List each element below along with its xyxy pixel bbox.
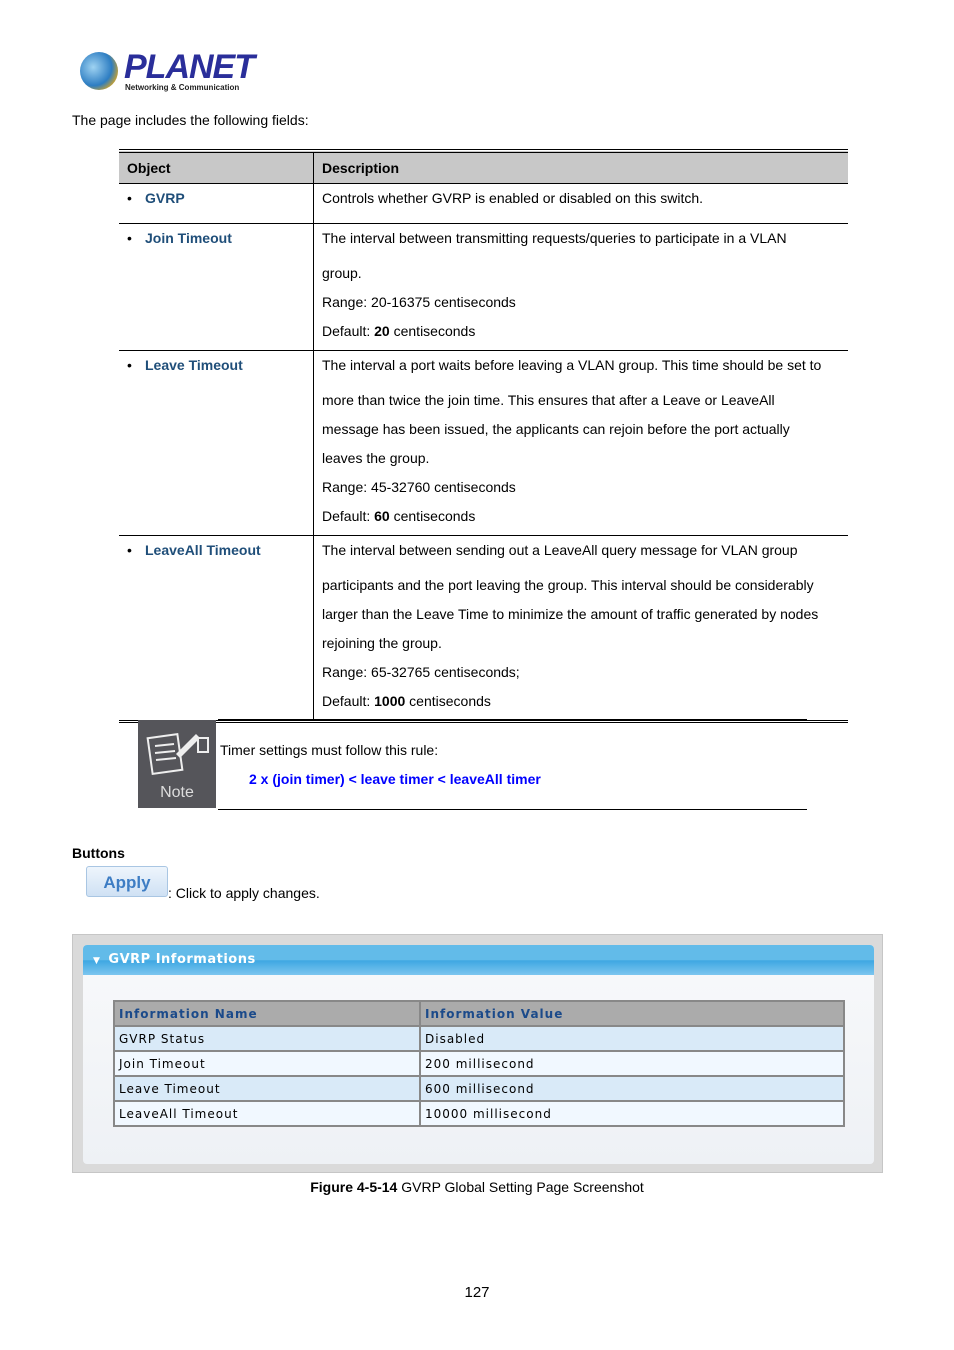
table-header-row: Object Description: [119, 151, 848, 184]
table-row: • Join Timeout The interval between transm…: [119, 223, 848, 351]
default-value: 60: [374, 508, 390, 524]
apply-description: : Click to apply changes.: [168, 885, 320, 901]
default-suffix: centiseconds: [389, 323, 476, 339]
table-row: • GVRP Controls whether GVRP is enabled or…: [119, 183, 848, 224]
apply-button[interactable]: Apply: [86, 866, 168, 897]
info-name: LeaveAll Timeout: [113, 1100, 421, 1127]
default-value: 1000: [374, 693, 406, 709]
description-cell: The interval a port waits before leaving…: [313, 350, 848, 536]
object-name: Leave Timeout: [145, 357, 243, 373]
description-cell: Controls whether GVRP is enabled or disa…: [313, 183, 848, 224]
header-object: Object: [119, 151, 314, 184]
caption-label: Figure 4-5-14: [310, 1179, 398, 1195]
default-line: Default: 1000 centiseconds: [322, 687, 840, 716]
info-row: Join Timeout 200 millisecond: [113, 1050, 845, 1077]
description-line: group.: [322, 265, 362, 281]
info-name: Join Timeout: [113, 1050, 421, 1077]
info-header-name: Information Name: [113, 1000, 421, 1027]
description-line: Range: 20-16375 centiseconds: [322, 294, 516, 310]
default-suffix: centiseconds: [389, 508, 476, 524]
description-line: more than twice the join time. This ensu…: [322, 392, 775, 408]
default-prefix: Default:: [322, 323, 375, 339]
object-name: LeaveAll Timeout: [145, 542, 261, 558]
notepad-pen-icon: [146, 732, 209, 776]
info-value: Disabled: [419, 1025, 845, 1052]
default-suffix: centiseconds: [405, 693, 491, 709]
intro-text: The page includes the following fields:: [72, 112, 309, 128]
fields-table: Object Description • GVRP Controls whether…: [119, 149, 848, 723]
info-row: Leave Timeout 600 millisecond: [113, 1075, 845, 1102]
description-line: The interval between sending out a Leave…: [322, 542, 798, 558]
default-line: Default: 60 centiseconds: [322, 502, 840, 531]
description-line: The interval between transmitting reques…: [322, 230, 787, 246]
description-line: rejoining the group.: [322, 635, 442, 651]
description-line: Controls whether GVRP is enabled or disa…: [322, 190, 704, 206]
description-line: message has been issued, the applicants …: [322, 421, 790, 437]
object-cell: • Join Timeout: [119, 223, 314, 351]
default-value: 20: [374, 323, 390, 339]
caption-text: GVRP Global Setting Page Screenshot: [397, 1179, 644, 1195]
document-page: PLANET Networking & Communication The pa…: [0, 0, 954, 1350]
note-text: Timer settings must follow this rule:: [220, 742, 439, 758]
info-name: Leave Timeout: [113, 1075, 421, 1102]
gvrp-screenshot: ▼ GVRP Informations Information Name Info…: [72, 934, 883, 1173]
table-row: • LeaveAll Timeout The interval between se…: [119, 535, 848, 722]
default-prefix: Default:: [322, 693, 375, 709]
note-rule: 2 x (join timer) < leave timer < leaveAl…: [249, 771, 541, 787]
object-cell: • LeaveAll Timeout: [119, 535, 314, 722]
bullet-icon: •: [127, 190, 132, 206]
buttons-heading: Buttons: [72, 845, 125, 861]
collapse-triangle-icon[interactable]: ▼: [93, 956, 100, 966]
info-row: LeaveAll Timeout 10000 millisecond: [113, 1100, 845, 1127]
header-description: Description: [313, 151, 848, 184]
info-header-value: Information Value: [419, 1000, 845, 1027]
bullet-icon: •: [127, 542, 132, 558]
logo-tagline: Networking & Communication: [125, 83, 240, 92]
table-row: • Leave Timeout The interval a port waits …: [119, 350, 848, 536]
info-name: GVRP Status: [113, 1025, 421, 1052]
note-label: Note: [160, 784, 194, 801]
object-cell: • Leave Timeout: [119, 350, 314, 536]
info-header-row: Information Name Information Value: [113, 1000, 845, 1027]
planet-logo: PLANET Networking & Communication: [78, 48, 255, 96]
object-cell: • GVRP: [119, 183, 314, 224]
panel-title: GVRP Informations: [108, 952, 256, 967]
note-icon: Note: [138, 720, 216, 808]
description-line: The interval a port waits before leaving…: [322, 357, 822, 373]
gvrp-panel: ▼ GVRP Informations Information Name Info…: [83, 945, 874, 1164]
object-name: GVRP: [145, 190, 185, 206]
description-line: Range: 45-32760 centiseconds: [322, 479, 516, 495]
info-row: GVRP Status Disabled: [113, 1025, 845, 1052]
object-name: Join Timeout: [145, 230, 232, 246]
default-prefix: Default:: [322, 508, 375, 524]
info-value: 200 millisecond: [419, 1050, 845, 1077]
description-cell: The interval between sending out a Leave…: [313, 535, 848, 722]
description-line: leaves the group.: [322, 450, 430, 466]
description-line: participants and the port leaving the gr…: [322, 577, 814, 593]
description-line: larger than the Leave Time to minimize t…: [322, 606, 819, 622]
bullet-icon: •: [127, 357, 132, 373]
panel-header[interactable]: ▼ GVRP Informations: [83, 945, 874, 975]
default-line: Default: 20 centiseconds: [322, 317, 840, 346]
description-cell: The interval between transmitting reques…: [313, 223, 848, 351]
info-value: 10000 millisecond: [419, 1100, 845, 1127]
figure-caption: Figure 4-5-14 GVRP Global Setting Page S…: [0, 1179, 954, 1195]
note-box: Timer settings must follow this rule: 2 …: [218, 719, 807, 810]
bullet-icon: •: [127, 230, 132, 246]
info-table: Information Name Information Value GVRP …: [113, 1000, 845, 1127]
logo-brand: PLANET: [124, 48, 255, 86]
page-number: 127: [464, 1284, 490, 1301]
info-value: 600 millisecond: [419, 1075, 845, 1102]
description-line: Range: 65-32765 centiseconds;: [322, 664, 520, 680]
globe-icon: [80, 52, 118, 90]
